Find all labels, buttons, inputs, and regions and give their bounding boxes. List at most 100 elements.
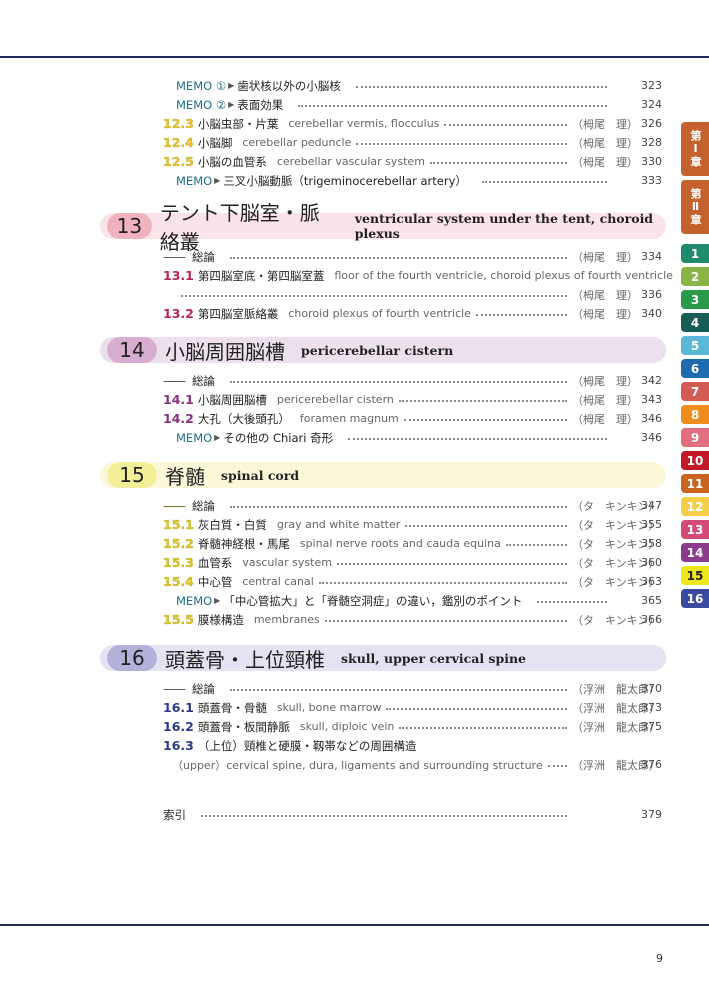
entry-title-jp: 小脳周囲脳槽: [197, 392, 267, 407]
toc-entry[interactable]: 12.4 小脳脚 cerebellar peduncle （栂尾 理） 328: [100, 133, 666, 152]
chapter-tab-6[interactable]: 6: [681, 359, 709, 378]
entry-title-jp: 脊髄神経根・馬尾: [197, 536, 290, 551]
dot-leader: [386, 707, 567, 710]
toc-entry[interactable]: 15.3 血管系 vascular system （タ キンキン） 360: [100, 553, 666, 572]
toc-entry[interactable]: —— 総論 （栂尾 理） 342: [100, 371, 666, 390]
triangle-icon: ▶: [228, 100, 235, 109]
toc-entry[interactable]: 15.1 灰白質・白質 gray and white matter （タ キンキン） 3…: [100, 515, 666, 534]
entry-title-jp: 膜様構造: [197, 612, 244, 627]
dot-leader: [230, 505, 567, 508]
toc-entry[interactable]: （upper）cervical spine, dura, ligaments a…: [100, 755, 666, 774]
author: （タ キンキン）: [572, 556, 660, 570]
chapter-tab-2[interactable]: 2: [681, 267, 709, 286]
page-number: 370: [641, 682, 662, 695]
chapter-tab-11[interactable]: 11: [681, 474, 709, 493]
toc-entry[interactable]: 16.2 頭蓋骨・板間静脈 skull, diploic vein （浮洲 龍太郎） 3…: [100, 717, 666, 736]
dot-leader: [336, 562, 567, 565]
chapter-tab-5[interactable]: 5: [681, 336, 709, 355]
author: （浮洲 龍太郎）: [572, 682, 660, 696]
toc-entry[interactable]: 12.5 小脳の血管系 cerebellar vascular system （栂尾 …: [100, 152, 666, 171]
chapter-tab-13[interactable]: 13: [681, 520, 709, 539]
toc-entry[interactable]: 16.3 （上位）頸椎と硬膜・靱帯などの周囲構造: [100, 736, 666, 755]
section-number: 16.1: [163, 700, 194, 715]
toc-entry[interactable]: MEMO ▶ 三叉小脳動脈（trigeminocerebellar artery） 3…: [100, 171, 666, 190]
toc-entry[interactable]: —— 総論 （栂尾 理） 334: [100, 247, 666, 266]
entry-title-en: floor of the fourth ventricle, choroid p…: [334, 269, 673, 282]
author: （タ キンキン）: [572, 499, 660, 513]
index-entry[interactable]: 索引 379: [100, 805, 666, 824]
dot-leader: [298, 104, 607, 107]
page-number: 346: [641, 431, 662, 444]
dot-leader: [429, 161, 567, 164]
toc-entry[interactable]: MEMO ▶ 「中心管拡大」と「脊髄空洞症」の違い，鑑別のポイント 365: [100, 591, 666, 610]
toc-entry[interactable]: 15.5 膜様構造 membranes （タ キンキン） 366: [100, 610, 666, 629]
chapter-tab-3[interactable]: 3: [681, 290, 709, 309]
entry-title-en: membranes: [253, 613, 320, 626]
entry-title-jp: 小脳の血管系: [197, 154, 267, 169]
author: （浮洲 龍太郎）: [572, 758, 660, 772]
toc-entry[interactable]: 16.1 頭蓋骨・骨髄 skull, bone marrow （浮洲 龍太郎） 373: [100, 698, 666, 717]
toc-entry[interactable]: MEMO ▶ その他の Chiari 奇形 346: [100, 428, 666, 447]
entry-title-en: skull, diploic vein: [299, 720, 395, 733]
memo-label: MEMO: [176, 593, 213, 608]
page-number: 324: [641, 98, 662, 111]
chapter-heading: 16 頭蓋骨・上位頸椎 skull, upper cervical spine: [100, 645, 666, 672]
triangle-icon: ▶: [228, 81, 235, 90]
section-number: 12.3: [163, 116, 194, 131]
chapter-tab-15[interactable]: 15: [681, 566, 709, 585]
chapter-tab-1[interactable]: 1: [681, 244, 709, 263]
chapter-tab-10[interactable]: 10: [681, 451, 709, 470]
toc-entry[interactable]: 15.2 脊髄神経根・馬尾 spinal nerve roots and cauda…: [100, 534, 666, 553]
toc-entry[interactable]: （栂尾 理） 336: [100, 285, 666, 304]
toc-entry[interactable]: 14.1 小脳周囲脳槽 pericerebellar cistern （栂尾 理） 34…: [100, 390, 666, 409]
chapter-tab-9[interactable]: 9: [681, 428, 709, 447]
chapter-tab-第Ⅱ章[interactable]: 第Ⅱ章: [681, 180, 709, 234]
chapter-tab-14[interactable]: 14: [681, 543, 709, 562]
author: （浮洲 龍太郎）: [572, 701, 660, 715]
page-number-footer: 9: [656, 952, 663, 965]
chapter-tab-第Ⅰ章[interactable]: 第Ⅰ章: [681, 122, 709, 176]
toc-entry[interactable]: MEMO ② ▶ 表面効果 324: [100, 95, 666, 114]
entry-title-jp: 「中心管拡大」と「脊髄空洞症」の違い，鑑別のポイント: [223, 593, 523, 608]
dot-leader: [181, 294, 567, 297]
author: （タ キンキン）: [572, 537, 660, 551]
entry-title-jp: 第四脳室脈絡叢: [197, 306, 279, 321]
chapter-number-badge: 13: [107, 213, 152, 239]
entry-title-jp: 頭蓋骨・骨髄: [197, 700, 267, 715]
chapter-tab-12[interactable]: 12: [681, 497, 709, 516]
section-number: 15.5: [163, 612, 194, 627]
entry-title-en: skull, bone marrow: [276, 701, 382, 714]
chapter-16: 16 頭蓋骨・上位頸椎 skull, upper cervical spine —— 総…: [100, 645, 666, 774]
toc-entry[interactable]: MEMO ① ▶ 歯状核以外の小脳核 323: [100, 76, 666, 95]
page-number: 328: [641, 136, 662, 149]
section-number: ——: [163, 681, 186, 696]
memo-label: MEMO: [176, 173, 213, 188]
entry-title-jp: 大孔（大後頭孔）: [197, 411, 290, 426]
entry-title-jp: 灰白質・白質: [197, 517, 267, 532]
chapter-tab-7[interactable]: 7: [681, 382, 709, 401]
toc-entry[interactable]: —— 総論 （浮洲 龍太郎） 370: [100, 679, 666, 698]
page-number: 330: [641, 155, 662, 168]
chapter-tab-8[interactable]: 8: [681, 405, 709, 424]
toc-entry[interactable]: —— 総論 （タ キンキン） 347: [100, 496, 666, 515]
dot-leader: [475, 313, 567, 316]
toc-entry[interactable]: 15.4 中心管 central canal （タ キンキン） 363: [100, 572, 666, 591]
toc-entry[interactable]: 13.2 第四脳室脈絡叢 choroid plexus of fourth vent…: [100, 304, 666, 323]
author: （栂尾 理）: [572, 307, 638, 321]
toc-entry[interactable]: 13.1 第四脳室底・第四脳室蓋 floor of the fourth ventr…: [100, 266, 673, 285]
entry-title-jp: 総論: [192, 373, 215, 388]
chapter-14: 14 小脳周囲脳槽 pericerebellar cistern —— 総論 （栂尾 理）…: [100, 337, 666, 447]
entry-title-en: cerebellar vermis, flocculus: [288, 117, 440, 130]
entry-title-en: gray and white matter: [276, 518, 401, 531]
toc-entry[interactable]: 12.3 小脳虫部・片葉 cerebellar vermis, flocculus （…: [100, 114, 666, 133]
toc-entry[interactable]: 14.2 大孔（大後頭孔） foramen magnum （栂尾 理） 346: [100, 409, 666, 428]
page-number: 343: [641, 393, 662, 406]
page-number: 373: [641, 701, 662, 714]
entry-title-jp: 血管系: [197, 555, 233, 570]
page-number: 363: [641, 575, 662, 588]
chapter-number-badge: 15: [107, 462, 157, 488]
chapter-tab-16[interactable]: 16: [681, 589, 709, 608]
chapter-tab-4[interactable]: 4: [681, 313, 709, 332]
dot-leader: [318, 581, 567, 584]
page-number: 326: [641, 117, 662, 130]
